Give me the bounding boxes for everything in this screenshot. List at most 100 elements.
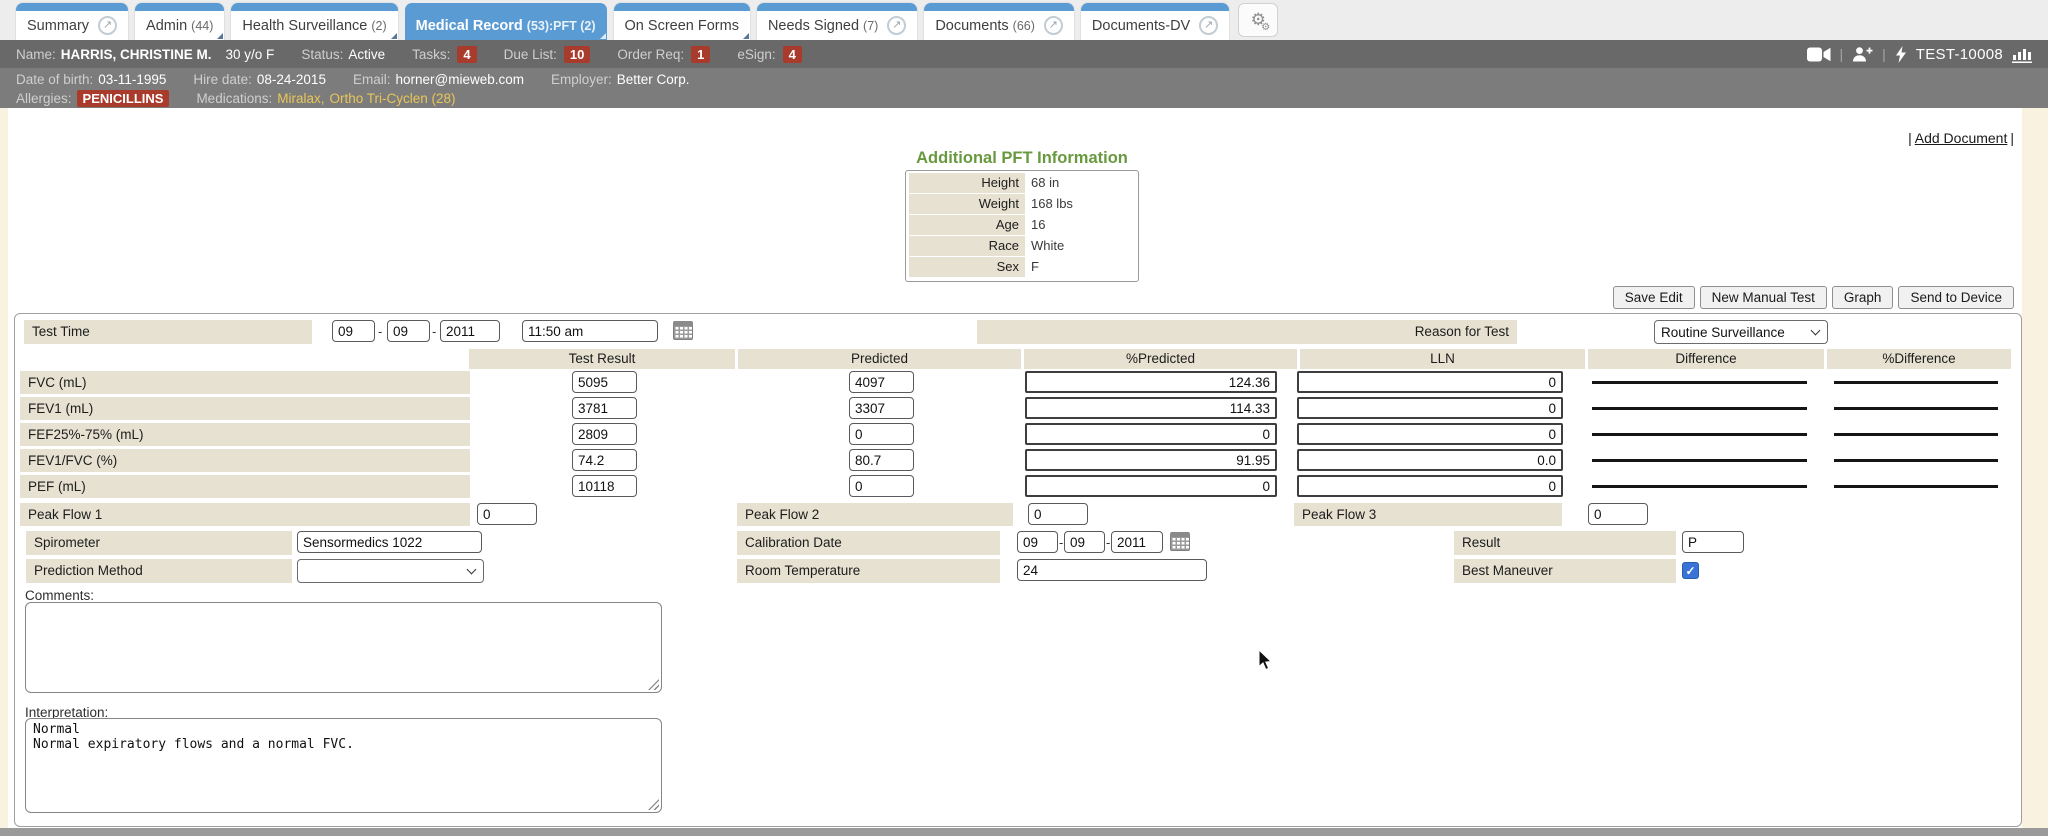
fef-row-label: FEF25%-75% (mL) [20,423,470,446]
tab-settings-button[interactable]: ⚙ ⚙ [1238,3,1278,37]
calibration-month-input[interactable] [1017,531,1058,553]
fvc-predicted-input[interactable] [849,371,914,393]
reason-for-test-select[interactable]: Routine Surveillance [1654,320,1828,344]
medication-link[interactable]: Ortho Tri-Cyclen (28) [330,91,456,106]
fvc-row-label: FVC (mL) [20,371,470,394]
allergy-badge[interactable]: PENICILLINS [77,90,170,107]
reason-for-test-label: Reason for Test [977,320,1517,344]
pef-row-label: PEF (mL) [20,475,470,498]
pft-info-title: Additional PFT Information [905,149,1139,168]
calendar-icon[interactable] [673,321,693,340]
open-new-window-icon[interactable]: ↗ [1044,16,1063,35]
calibration-day-input[interactable] [1064,531,1105,553]
lightning-icon[interactable] [1895,46,1907,63]
due-list-badge[interactable]: 10 [564,46,590,63]
pft-info-row: Weight 168 lbs [909,194,1135,214]
chart-id: TEST-10008 [1916,46,2003,63]
fef-pct-difference-line [1834,433,1998,436]
test-time-day-input[interactable] [387,320,430,342]
test-time-clock-input[interactable] [522,320,658,342]
fev1-fvc-difference-line [1592,459,1807,462]
fev1-predicted-input[interactable] [849,397,914,419]
fev1-test-result-input[interactable] [572,397,637,419]
add-document-bar: |Add Document| [1908,130,2014,146]
tab-needs-signed[interactable]: Needs Signed (7) ↗ [757,3,917,40]
open-new-window-icon[interactable]: ↗ [98,16,117,35]
tab-on-screen-forms[interactable]: On Screen Forms [614,3,750,40]
calendar-icon[interactable] [1170,532,1190,551]
test-time-label: Test Time [24,320,312,344]
send-to-device-button[interactable]: Send to Device [1898,286,2014,309]
pef-test-result-input[interactable] [572,475,637,497]
patient-age-sex: 30 y/o F [226,47,275,62]
pef-pct-predicted-input[interactable] [1025,475,1277,497]
room-temperature-input[interactable] [1017,559,1207,581]
pef-difference-line [1592,485,1807,488]
fvc-difference-line [1592,381,1807,384]
dob-value: 03-11-1995 [98,72,166,87]
test-time-year-input[interactable] [440,320,500,342]
peak-flow-1-input[interactable] [477,503,537,525]
peak-flow-2-input[interactable] [1028,503,1088,525]
best-maneuver-checkbox[interactable]: ✓ [1682,562,1699,579]
tab-admin[interactable]: Admin (44) [135,3,224,40]
tab-summary[interactable]: Summary ↗ [16,3,128,40]
fvc-pct-predicted-input[interactable] [1025,371,1277,393]
interpretation-field: Normal Normal expiratory flows and a nor… [25,718,662,813]
tab-documents[interactable]: Documents (66) ↗ [924,3,1074,40]
patient-demographics-bar: Date of birth: 03-11-1995 Hire date: 08-… [0,68,2048,108]
fef-pct-predicted-input[interactable] [1025,423,1277,445]
fev1-lln-input[interactable] [1297,397,1563,419]
prediction-method-select[interactable] [297,559,484,583]
fev1-fvc-predicted-input[interactable] [849,449,914,471]
pef-lln-input[interactable] [1297,475,1563,497]
add-document-link[interactable]: Add Document [1915,130,2008,146]
new-manual-test-button[interactable]: New Manual Test [1700,286,1827,309]
pft-info-row: Race White [909,236,1135,256]
pft-info-row: Age 16 [909,215,1135,235]
result-input[interactable] [1682,531,1744,553]
order-req-badge[interactable]: 1 [691,46,710,63]
pef-pct-difference-line [1834,485,1998,488]
gear-icon: ⚙ [1261,23,1270,33]
graph-button[interactable]: Graph [1832,286,1894,309]
fvc-lln-input[interactable] [1297,371,1563,393]
tab-documents-dv[interactable]: Documents-DV ↗ [1081,3,1229,40]
fef-predicted-input[interactable] [849,423,914,445]
fev1-fvc-test-result-input[interactable] [572,449,637,471]
fev1-fvc-pct-predicted-input[interactable] [1025,449,1277,471]
peak-flow-3-input[interactable] [1588,503,1648,525]
fef-difference-line [1592,433,1807,436]
bottom-strip [0,828,2048,836]
hire-date-value: 08-24-2015 [257,72,326,87]
test-time-month-input[interactable] [332,320,375,342]
fef-lln-input[interactable] [1297,423,1563,445]
open-new-window-icon[interactable]: ↗ [1199,16,1218,35]
interpretation-textarea[interactable]: Normal Normal expiratory flows and a nor… [25,718,662,813]
video-call-icon[interactable] [1807,47,1831,62]
add-person-icon[interactable] [1852,46,1873,62]
height-value: 68 in [1025,173,1059,193]
fef-test-result-input[interactable] [572,423,637,445]
medication-link[interactable]: Miralax, [277,91,324,106]
action-button-row: Save Edit New Manual Test Graph Send to … [14,286,2014,309]
fvc-test-result-input[interactable] [572,371,637,393]
prediction-method-label: Prediction Method [26,559,292,583]
calibration-year-input[interactable] [1111,531,1163,553]
tab-health-surveillance[interactable]: Health Surveillance (2) [231,3,397,40]
pef-predicted-input[interactable] [849,475,914,497]
open-new-window-icon[interactable]: ↗ [887,16,906,35]
save-edit-button[interactable]: Save Edit [1613,286,1695,309]
bar-chart-icon[interactable] [2012,46,2032,63]
spirometer-input[interactable] [297,531,482,553]
room-temperature-label: Room Temperature [737,559,1000,583]
comments-textarea[interactable] [25,602,662,693]
tab-medical-record[interactable]: Medical Record (53):PFT (2) [405,3,607,40]
employer-value: Better Corp. [617,72,690,87]
result-label: Result [1454,531,1676,555]
fev1-pct-predicted-input[interactable] [1025,397,1277,419]
peak-flow-2-label: Peak Flow 2 [737,503,1013,526]
fev1-fvc-lln-input[interactable] [1297,449,1563,471]
tasks-badge[interactable]: 4 [457,46,476,63]
esign-badge[interactable]: 4 [783,46,802,63]
